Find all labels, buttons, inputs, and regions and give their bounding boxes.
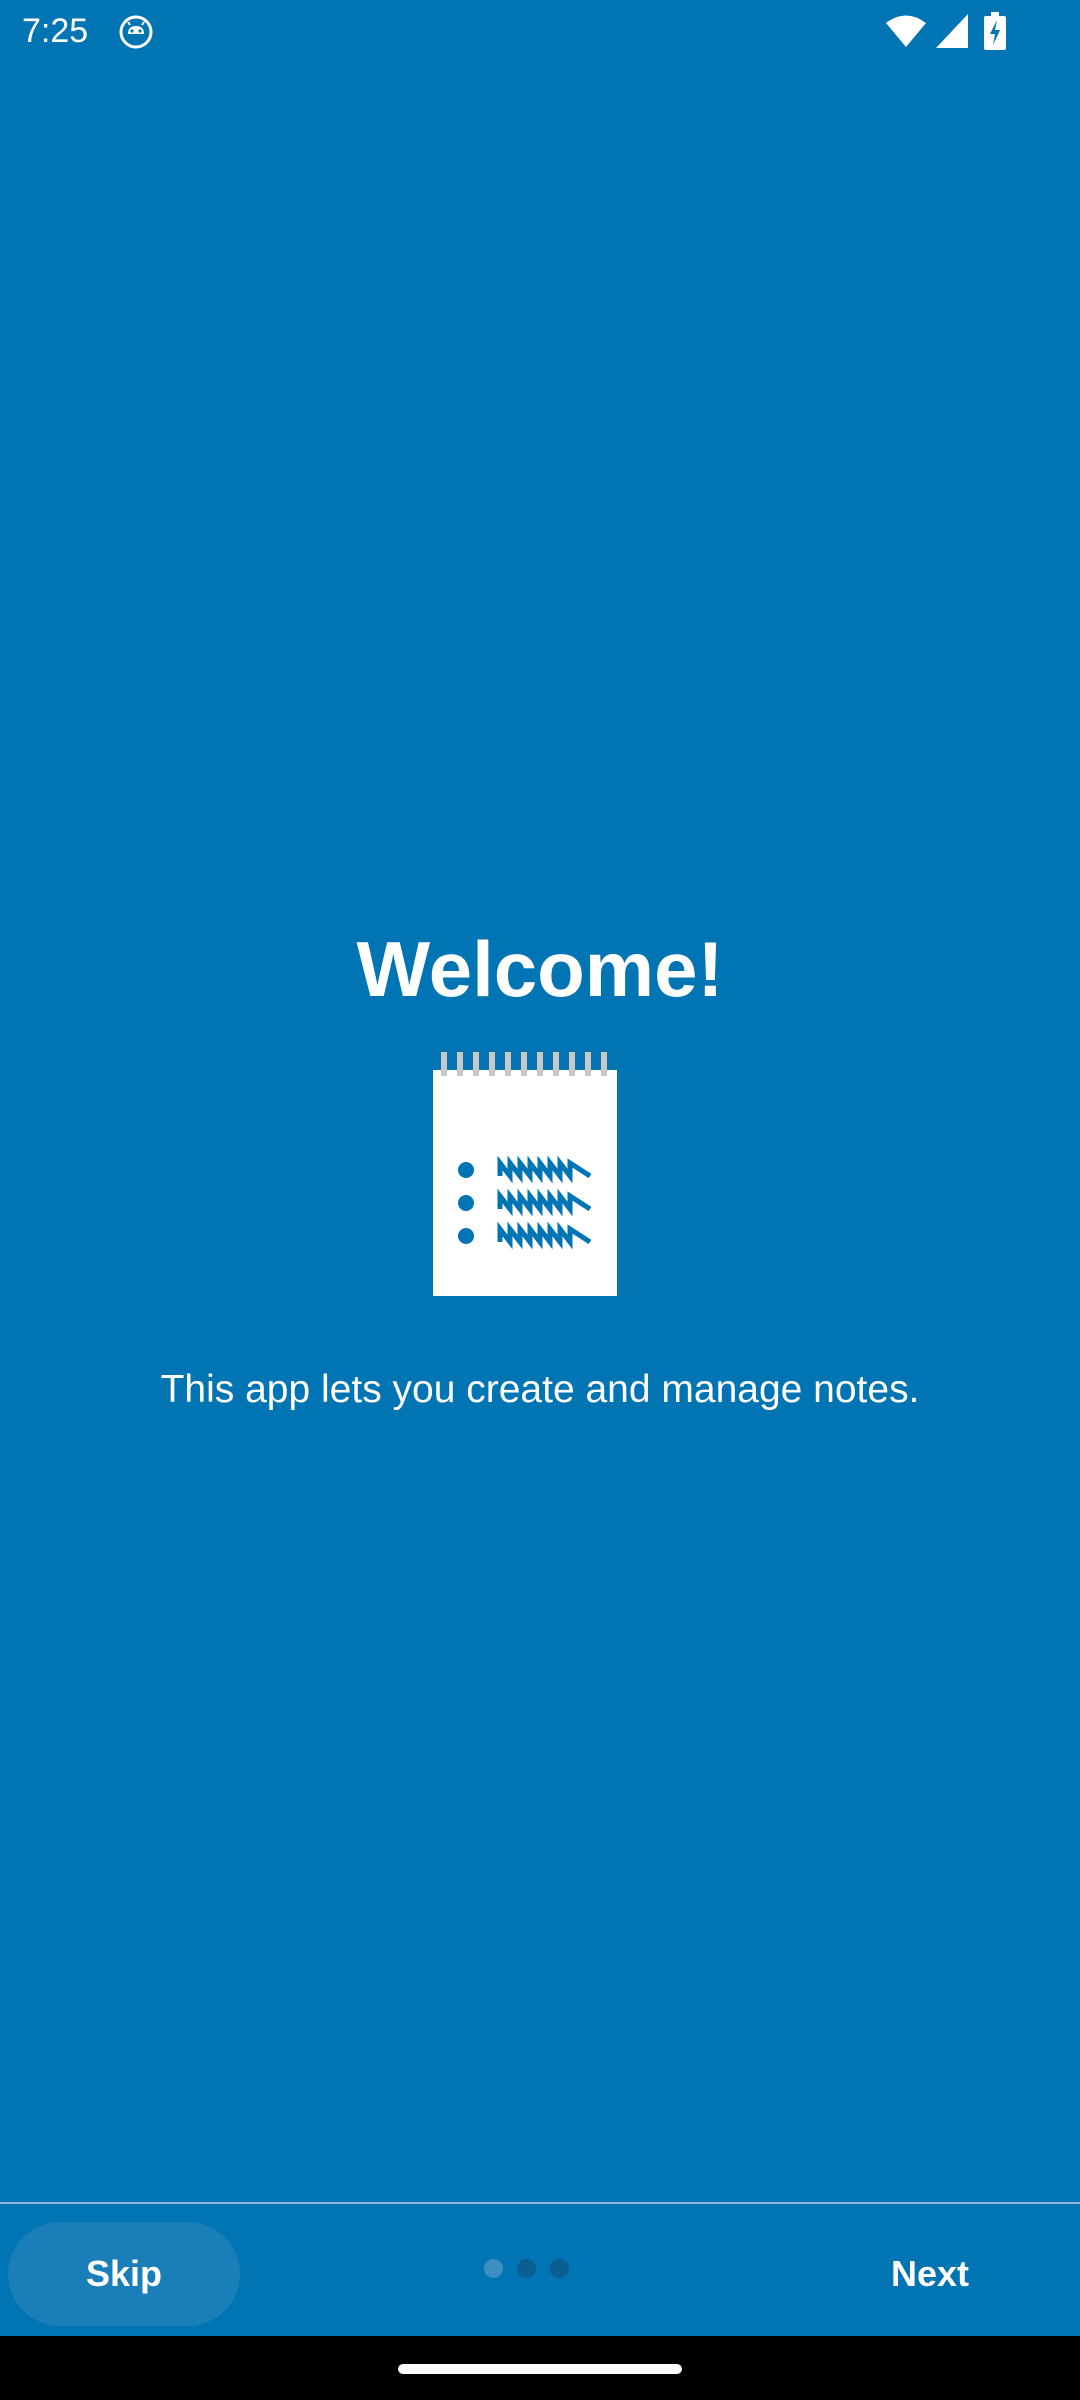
bottom-divider — [0, 2202, 1080, 2204]
page-dot-3 — [550, 2259, 569, 2278]
wifi-icon — [886, 15, 926, 47]
notepad-icon — [433, 1052, 617, 1296]
status-bar: 7:25 — [0, 0, 1080, 62]
welcome-title: Welcome! — [356, 925, 724, 1013]
skip-button[interactable]: Skip — [8, 2222, 240, 2326]
welcome-message: This app lets you create and manage note… — [160, 1368, 920, 1411]
signal-icon — [936, 14, 968, 48]
page-dot-2 — [517, 2259, 536, 2278]
home-gesture-handle[interactable] — [398, 2364, 682, 2374]
next-button[interactable]: Next — [820, 2222, 1040, 2326]
app-notification-icon — [119, 15, 153, 49]
page-dot-1-active — [484, 2259, 503, 2278]
navigation-bar — [0, 2336, 1080, 2400]
status-time: 7:25 — [22, 12, 89, 50]
page-indicator — [484, 2259, 570, 2279]
battery-charging-icon — [984, 12, 1006, 50]
